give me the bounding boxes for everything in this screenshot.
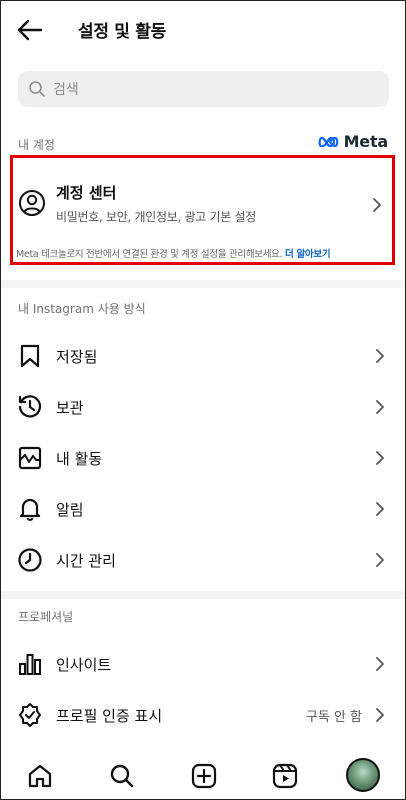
meta-infinity-icon — [318, 136, 338, 147]
row-label: 내 활동 — [56, 449, 103, 468]
back-arrow-icon[interactable] — [16, 16, 44, 44]
chevron-right-icon — [376, 708, 384, 722]
activity-icon — [18, 446, 42, 470]
page-title: 설정 및 활동 — [78, 22, 166, 42]
search-icon[interactable] — [108, 762, 136, 790]
section-divider — [0, 591, 406, 599]
chevron-right-icon — [376, 657, 384, 671]
chevron-right-icon — [376, 349, 384, 363]
profile-avatar[interactable] — [346, 758, 380, 792]
chevron-right-icon — [376, 451, 384, 465]
row-verified-badge[interactable]: 프로필 인증 표시 구독 안 함 — [0, 690, 406, 740]
chevron-right-icon — [376, 502, 384, 516]
home-icon[interactable] — [26, 762, 54, 790]
archive-history-icon — [18, 395, 42, 418]
row-label: 인사이트 — [56, 655, 112, 674]
row-archive[interactable]: 보관 — [0, 382, 406, 432]
accounts-center-note: Meta 테크놀로지 전반에서 연결된 환경 및 계정 설정을 관리해보세요. … — [16, 246, 331, 260]
verified-badge-icon — [19, 703, 41, 727]
section-label-my-account: 내 계정 — [18, 138, 55, 152]
search-input[interactable]: 검색 — [18, 71, 389, 107]
chevron-right-icon — [376, 400, 384, 414]
row-label: 알림 — [56, 500, 84, 519]
insights-bar-chart-icon — [19, 654, 41, 675]
meta-wordmark: Meta — [343, 132, 389, 151]
subscription-status: 구독 안 함 — [305, 709, 362, 725]
create-plus-icon[interactable] — [190, 762, 218, 790]
person-circle-icon — [19, 190, 45, 216]
row-label: 프로필 인증 표시 — [56, 706, 163, 725]
accounts-center-note-text: Meta 테크놀로지 전반에서 연결된 환경 및 계정 설정을 관리해보세요. — [16, 249, 283, 260]
row-label: 저장됨 — [56, 347, 98, 366]
bookmark-icon — [20, 344, 40, 368]
accounts-center-title: 계정 센터 — [56, 184, 117, 202]
row-insights[interactable]: 인사이트 — [0, 639, 406, 689]
row-notifications[interactable]: 알림 — [0, 484, 406, 534]
section-label-usage: 내 Instagram 사용 방식 — [18, 302, 146, 316]
accounts-center-card[interactable]: 계정 센터 비밀번호, 보안, 개인정보, 광고 기본 설정 Meta 테크놀로… — [10, 155, 395, 265]
bell-icon — [19, 498, 41, 521]
row-time-management[interactable]: 시간 관리 — [0, 535, 406, 585]
top-app-bar: 설정 및 활동 — [0, 0, 406, 60]
clock-icon — [18, 548, 42, 572]
row-saved[interactable]: 저장됨 — [0, 331, 406, 381]
chevron-right-icon — [376, 553, 384, 567]
search-placeholder: 검색 — [53, 82, 79, 98]
reels-icon[interactable] — [271, 762, 299, 790]
section-divider — [0, 280, 406, 288]
section-label-professional: 프로페셔널 — [18, 610, 74, 624]
row-activity[interactable]: 내 활동 — [0, 433, 406, 483]
bottom-tab-bar — [0, 750, 406, 800]
search-icon — [29, 81, 45, 97]
row-label: 시간 관리 — [56, 551, 116, 570]
learn-more-link[interactable]: 더 알아보기 — [285, 249, 331, 260]
accounts-center-subtitle: 비밀번호, 보안, 개인정보, 광고 기본 설정 — [56, 210, 256, 224]
row-label: 보관 — [56, 398, 84, 417]
meta-logo: Meta — [318, 132, 388, 151]
chevron-right-icon — [373, 198, 381, 212]
